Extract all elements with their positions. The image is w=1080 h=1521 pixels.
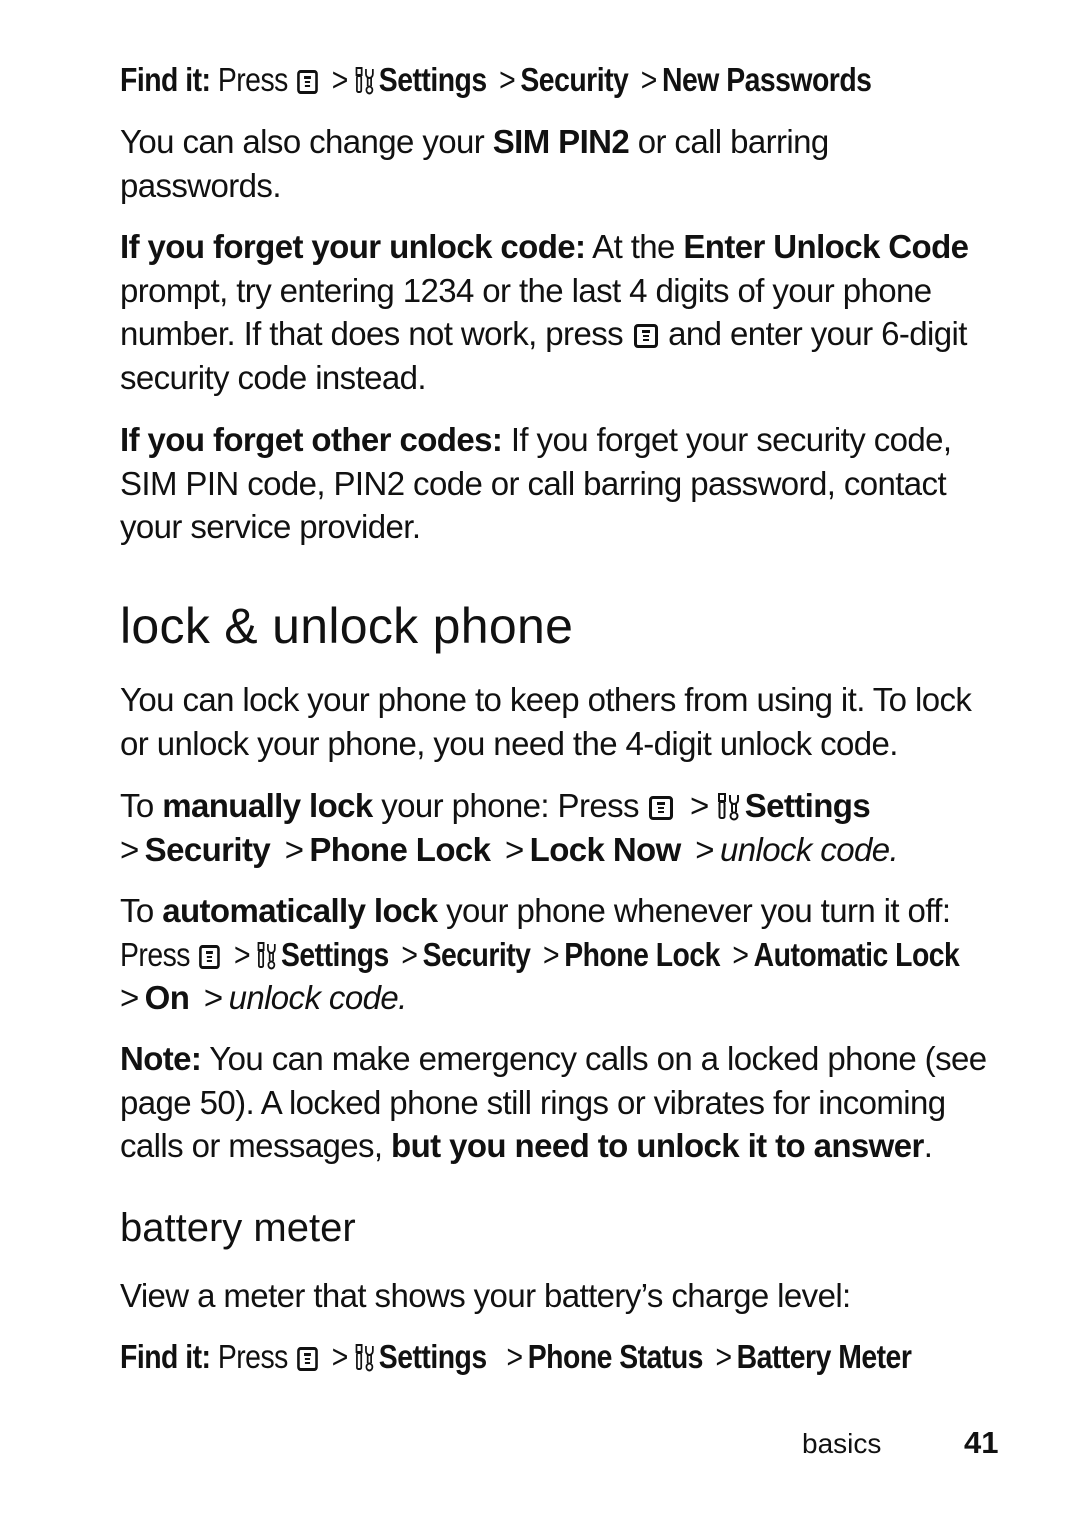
menu-key-icon — [199, 944, 220, 969]
settings-tools-icon — [355, 67, 376, 95]
text: To — [120, 892, 163, 929]
separator: > — [542, 935, 560, 973]
find-it-label: Find it: — [120, 1338, 211, 1375]
separator: > — [506, 1338, 524, 1375]
menu-key-icon — [649, 796, 674, 820]
enter-unlock-code-prompt: Enter Unlock Code — [683, 228, 969, 265]
manual-lock-term: manually lock — [162, 787, 373, 824]
menu-key-icon — [296, 1347, 318, 1371]
separator: > — [203, 979, 223, 1016]
find-it-battery-meter: Find it: Press > Settings > Phone Status >… — [120, 1335, 1000, 1379]
note-label: Note: — [120, 1040, 202, 1077]
menu-item-settings: Settings — [378, 61, 487, 98]
menu-item-security: Security — [422, 935, 531, 973]
menu-item-settings: Settings — [744, 787, 871, 824]
settings-tools-icon — [257, 942, 278, 970]
press-text: Press — [120, 935, 190, 973]
menu-item-phone-lock: Phone Lock — [564, 935, 720, 973]
text: To — [120, 787, 163, 824]
menu-key-icon — [296, 70, 318, 94]
footer-section-name: basics — [802, 1428, 882, 1459]
separator: > — [120, 830, 139, 868]
press-text: Press — [217, 61, 288, 98]
find-it-label: Find it: — [120, 61, 211, 98]
note-paragraph: Note: You can make emergency calls on a … — [120, 1037, 1000, 1168]
forget-unlock-lead: If you forget your unlock code: — [120, 228, 586, 265]
text: your phone whenever you turn it off: — [437, 892, 951, 929]
separator: > — [690, 787, 709, 824]
separator: > — [640, 61, 658, 98]
text: . — [923, 1127, 933, 1164]
unlock-code-placeholder: unlock code. — [719, 830, 899, 868]
manual-lock-paragraph: To manually lock your phone: Press > Sett… — [120, 784, 1000, 871]
page-number: 41 — [964, 1425, 999, 1460]
separator: > — [504, 830, 524, 868]
separator: > — [401, 935, 418, 973]
menu-item-on: On — [144, 979, 190, 1016]
menu-item-battery-meter: Battery Meter — [736, 1338, 912, 1375]
forget-unlock-paragraph: If you forget your unlock code: At the E… — [120, 225, 1000, 399]
settings-tools-icon — [717, 793, 741, 821]
sim-pin2-term: SIM PIN2 — [492, 123, 630, 160]
separator: > — [695, 830, 714, 868]
separator: > — [284, 830, 304, 868]
forget-other-paragraph: If you forget other codes: If you forget… — [120, 418, 1000, 549]
settings-tools-icon — [355, 1344, 376, 1372]
auto-lock-paragraph: To automatically lock your phone wheneve… — [120, 889, 1000, 1020]
menu-item-phone-lock: Phone Lock — [309, 830, 491, 868]
separator: > — [732, 935, 749, 973]
menu-item-new-passwords: New Passwords — [662, 61, 872, 98]
press-text: Press — [217, 1338, 288, 1375]
sim-pin2-paragraph: You can also change your SIM PIN2 or cal… — [120, 120, 880, 207]
menu-item-security: Security — [144, 830, 271, 868]
section-heading-battery-meter: battery meter — [120, 1206, 356, 1250]
menu-item-settings: Settings — [378, 1338, 487, 1375]
menu-item-phone-status: Phone Status — [527, 1338, 704, 1375]
lock-intro-paragraph: You can lock your phone to keep others f… — [120, 681, 972, 762]
menu-item-lock-now: Lock Now — [529, 830, 682, 868]
menu-item-security: Security — [520, 61, 629, 98]
text: your phone: Press — [372, 787, 639, 824]
section-heading-lock-unlock: lock & unlock phone — [120, 598, 574, 654]
battery-intro-paragraph: View a meter that shows your battery’s c… — [120, 1277, 851, 1314]
separator: > — [233, 935, 251, 973]
text: You can also change your — [120, 123, 493, 160]
note-emphasis: but you need to unlock it to answer — [391, 1127, 924, 1164]
find-it-new-passwords: Find it: Press > Settings > Security > New … — [120, 58, 1000, 102]
separator: > — [499, 61, 516, 98]
menu-key-icon — [633, 324, 658, 348]
auto-lock-term: automatically lock — [162, 892, 438, 929]
separator: > — [120, 979, 139, 1016]
forget-other-lead: If you forget other codes: — [120, 421, 503, 458]
separator: > — [331, 61, 349, 98]
separator: > — [331, 1338, 349, 1375]
menu-item-automatic-lock: Automatic Lock — [753, 935, 960, 973]
menu-item-settings: Settings — [280, 935, 389, 973]
separator: > — [715, 1338, 732, 1375]
text: At the — [585, 228, 684, 265]
unlock-code-placeholder: unlock code. — [228, 979, 408, 1016]
